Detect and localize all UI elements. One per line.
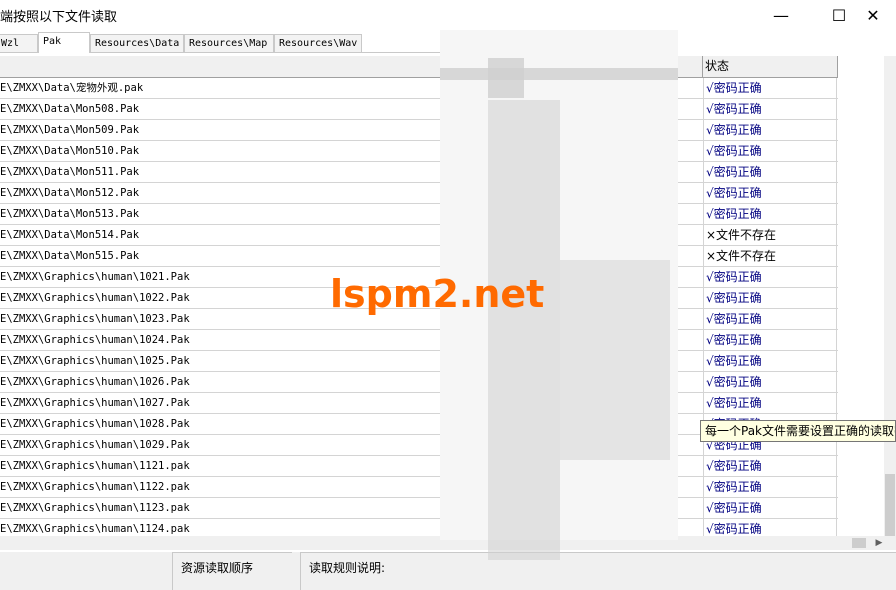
- table-row[interactable]: E\ZMXX\Data\Mon509.Pak √密码正确: [0, 120, 838, 141]
- file-path-cell: E\ZMXX\Data\Mon510.Pak: [0, 145, 140, 157]
- table-row[interactable]: E\ZMXX\Graphics\human\1124.pak √密码正确: [0, 519, 838, 536]
- minimize-button[interactable]: —: [758, 0, 804, 30]
- status-cell: √密码正确: [703, 99, 837, 119]
- status-cell: √密码正确: [703, 120, 837, 140]
- file-path-cell: E\ZMXX\Data\Mon509.Pak: [0, 124, 140, 136]
- tooltip: 每一个Pak文件需要设置正确的读取密码: [700, 420, 896, 442]
- status-cell: √密码正确: [703, 456, 837, 476]
- rules-group-label: 读取规则说明:: [309, 561, 386, 575]
- rules-group: 读取规则说明:: [300, 552, 896, 590]
- vertical-scrollbar[interactable]: [884, 56, 896, 546]
- status-cell: ×文件不存在: [703, 246, 837, 266]
- table-row[interactable]: E\ZMXX\Data\宠物外观.pak √密码正确: [0, 78, 838, 99]
- file-path-cell: E\ZMXX\Data\Mon512.Pak: [0, 187, 140, 199]
- bottom-panel: 资源读取顺序 读取规则说明:: [0, 552, 896, 590]
- file-path-cell: E\ZMXX\Graphics\human\1029.Pak: [0, 439, 190, 451]
- chevron-right-icon: ▶: [875, 538, 883, 548]
- file-path-cell: E\ZMXX\Graphics\human\1024.Pak: [0, 334, 190, 346]
- tab-wzl[interactable]: Wzl: [0, 34, 38, 52]
- watermark-logo: lspm2.net: [330, 272, 545, 316]
- tab-resources-wav[interactable]: Resources\Wav: [274, 34, 362, 52]
- order-group-label: 资源读取顺序: [181, 561, 254, 575]
- file-path-cell: E\ZMXX\Graphics\human\1028.Pak: [0, 418, 190, 430]
- file-path-cell: E\ZMXX\Graphics\human\1121.pak: [0, 460, 190, 472]
- horizontal-scroll-thumb[interactable]: [852, 538, 866, 548]
- status-cell: √密码正确: [703, 393, 837, 413]
- status-cell: √密码正确: [703, 309, 837, 329]
- table-row[interactable]: E\ZMXX\Data\Mon513.Pak √密码正确: [0, 204, 838, 225]
- header-status[interactable]: 状态: [703, 56, 838, 77]
- file-path-cell: E\ZMXX\Graphics\human\1027.Pak: [0, 397, 190, 409]
- tab-pak[interactable]: Pak: [38, 32, 90, 53]
- status-cell: √密码正确: [703, 204, 837, 224]
- status-cell: √密码正确: [703, 141, 837, 161]
- status-cell: ×文件不存在: [703, 225, 837, 245]
- status-cell: √密码正确: [703, 183, 837, 203]
- file-path-cell: E\ZMXX\Data\宠物外观.pak: [0, 82, 144, 94]
- window-title: 端按照以下文件读取: [0, 10, 118, 25]
- table-row[interactable]: E\ZMXX\Data\Mon512.Pak √密码正确: [0, 183, 838, 204]
- status-cell: √密码正确: [703, 267, 837, 287]
- close-icon: ✕: [866, 5, 880, 25]
- status-cell: √密码正确: [703, 330, 837, 350]
- file-path-cell: E\ZMXX\Graphics\human\1025.Pak: [0, 355, 190, 367]
- table-row[interactable]: E\ZMXX\Data\Mon511.Pak √密码正确: [0, 162, 838, 183]
- maximize-icon: ☐: [831, 5, 847, 25]
- table-row[interactable]: E\ZMXX\Data\Mon508.Pak √密码正确: [0, 99, 838, 120]
- scroll-right-button[interactable]: ▶: [872, 536, 886, 550]
- file-path-cell: E\ZMXX\Graphics\human\1124.pak: [0, 523, 190, 535]
- table-row[interactable]: E\ZMXX\Graphics\human\1027.Pak √密码正确: [0, 393, 838, 414]
- status-cell: √密码正确: [703, 498, 837, 518]
- file-path-cell: E\ZMXX\Graphics\human\1123.pak: [0, 502, 190, 514]
- table-row[interactable]: E\ZMXX\Graphics\human\1121.pak √密码正确: [0, 456, 838, 477]
- tab-resources-data[interactable]: Resources\Data: [90, 34, 184, 52]
- file-path-cell: E\ZMXX\Data\Mon514.Pak: [0, 229, 140, 241]
- status-cell: √密码正确: [703, 351, 837, 371]
- table-row[interactable]: E\ZMXX\Data\Mon515.Pak ×文件不存在: [0, 246, 838, 267]
- status-cell: √密码正确: [703, 288, 837, 308]
- file-path-cell: E\ZMXX\Graphics\human\1026.Pak: [0, 376, 190, 388]
- table-row[interactable]: E\ZMXX\Graphics\human\1123.pak √密码正确: [0, 498, 838, 519]
- file-path-cell: E\ZMXX\Data\Mon513.Pak: [0, 208, 140, 220]
- title-bar: 端按照以下文件读取 — ☐ ✕: [0, 0, 896, 30]
- close-button[interactable]: ✕: [850, 0, 896, 30]
- table-row[interactable]: E\ZMXX\Data\Mon514.Pak ×文件不存在: [0, 225, 838, 246]
- file-path-cell: E\ZMXX\Data\Mon508.Pak: [0, 103, 140, 115]
- minimize-icon: —: [773, 5, 789, 25]
- file-path-cell: E\ZMXX\Graphics\human\1122.pak: [0, 481, 190, 493]
- order-group: 资源读取顺序: [172, 552, 292, 590]
- table-row[interactable]: E\ZMXX\Graphics\human\1122.pak √密码正确: [0, 477, 838, 498]
- status-cell: √密码正确: [703, 372, 837, 392]
- status-cell: √密码正确: [703, 162, 837, 182]
- table-row[interactable]: E\ZMXX\Graphics\human\1024.Pak √密码正确: [0, 330, 838, 351]
- table-row[interactable]: E\ZMXX\Data\Mon510.Pak √密码正确: [0, 141, 838, 162]
- file-path-cell: E\ZMXX\Data\Mon515.Pak: [0, 250, 140, 262]
- status-cell: √密码正确: [703, 78, 837, 98]
- tab-resources-map[interactable]: Resources\Map: [184, 34, 274, 52]
- table-header: 状态: [0, 56, 838, 78]
- table-row[interactable]: E\ZMXX\Graphics\human\1025.Pak √密码正确: [0, 351, 838, 372]
- status-cell: √密码正确: [703, 477, 837, 497]
- file-path-cell: E\ZMXX\Data\Mon511.Pak: [0, 166, 140, 178]
- status-cell: √密码正确: [703, 519, 837, 536]
- table-row[interactable]: E\ZMXX\Graphics\human\1026.Pak √密码正确: [0, 372, 838, 393]
